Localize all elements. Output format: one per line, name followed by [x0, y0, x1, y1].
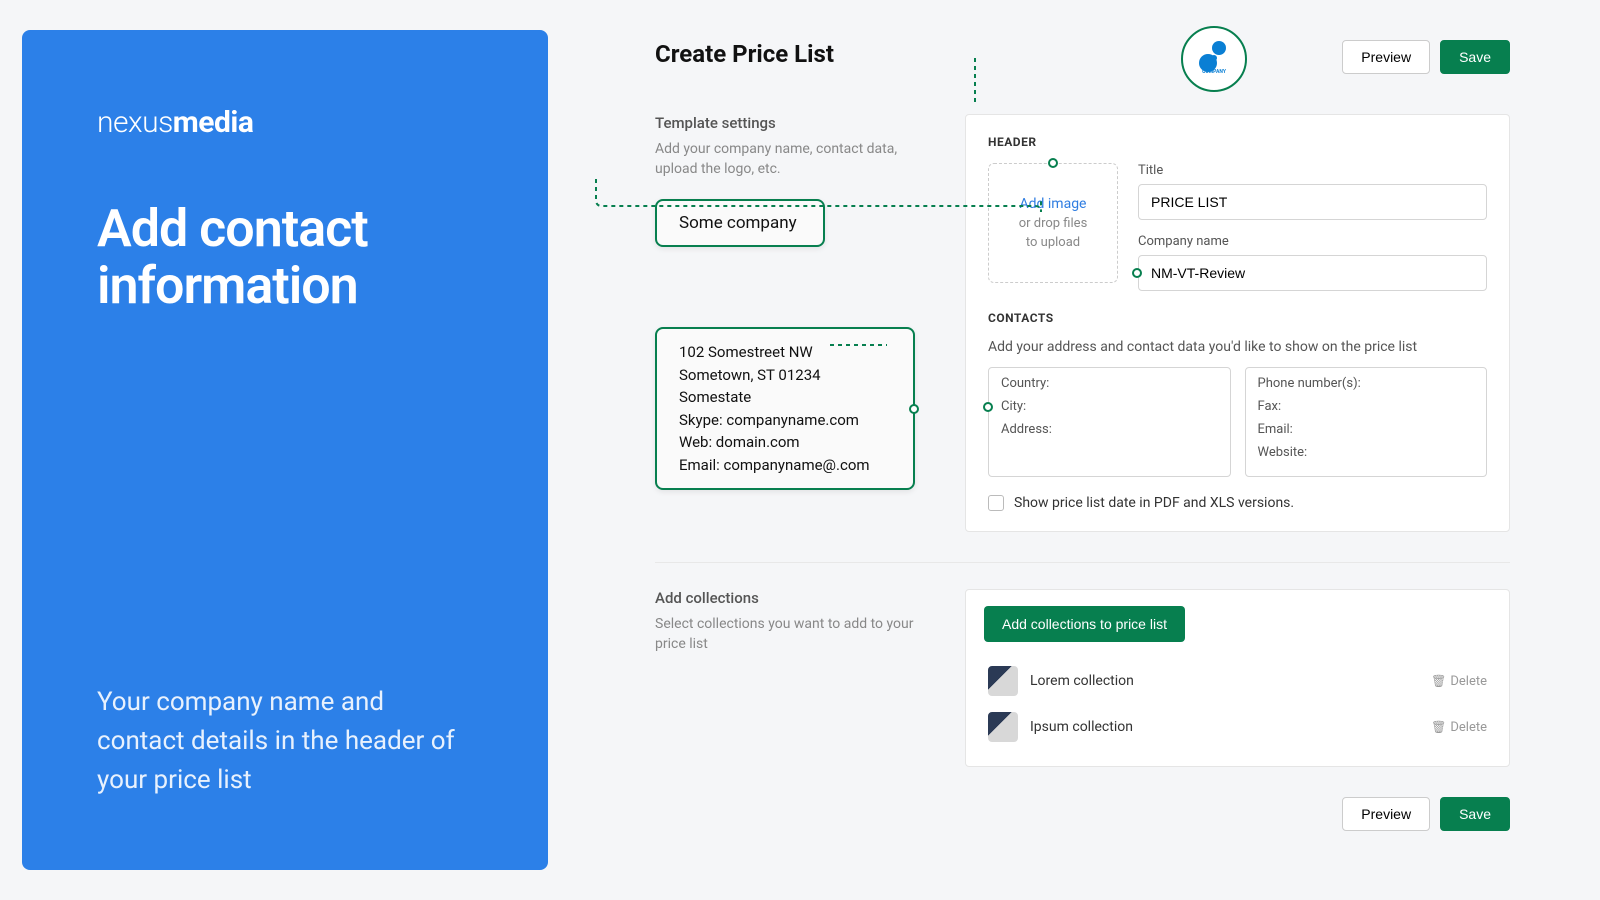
brand-light: nexus [97, 105, 173, 140]
callout-street: 102 Somestreet NW [679, 341, 891, 364]
collection-row: Lorem collection Delete [984, 658, 1491, 704]
connector-dot-icon [983, 402, 993, 412]
image-upload-dropzone[interactable]: Add image or drop files to upload [988, 163, 1118, 283]
template-section-desc: Add your company name, contact data, upl… [655, 140, 935, 179]
upload-hint-1: or drop files [1019, 216, 1088, 231]
phone-label: Phone number(s): [1258, 376, 1475, 391]
contact-callout: 102 Somestreet NW Sometown, ST 01234 Som… [655, 327, 915, 490]
delete-label: Delete [1450, 720, 1487, 735]
address-label: Address: [1001, 422, 1218, 437]
title-field-label: Title [1138, 163, 1487, 178]
save-button[interactable]: Save [1440, 40, 1510, 74]
callout-city: Sometown, ST 01234 [679, 364, 891, 387]
collections-panel: Add collections to price list Lorem coll… [965, 589, 1510, 767]
callout-state: Somestate [679, 386, 891, 409]
company-name-input[interactable] [1138, 255, 1487, 291]
company-callout: Some company [655, 199, 825, 247]
show-date-checkbox[interactable] [988, 495, 1004, 511]
brand-bold: media [173, 105, 254, 140]
preview-button[interactable]: Preview [1342, 40, 1430, 74]
upload-hint-2: to upload [1026, 235, 1080, 250]
connector-dot-icon [909, 404, 919, 414]
main-content: COMPANY Create Price List Preview Save T… [570, 0, 1600, 900]
connector-dot-icon [1132, 268, 1142, 278]
address-textarea[interactable]: Country: City: Address: [988, 367, 1231, 477]
connector-dot-icon [1048, 158, 1058, 168]
page-title: Create Price List [655, 40, 834, 68]
collection-thumb-icon [988, 666, 1018, 696]
delete-collection-button[interactable]: Delete [1431, 720, 1487, 735]
callout-email: Email: companyname@.com [679, 454, 891, 477]
contacts-section-desc: Add your address and contact data you'd … [988, 339, 1487, 355]
title-input[interactable] [1138, 184, 1487, 220]
divider [655, 562, 1510, 563]
hero-title-line1: Add contact [97, 200, 473, 257]
svg-text:COMPANY: COMPANY [1202, 69, 1227, 75]
contacts-section-label: CONTACTS [988, 311, 1487, 325]
settings-panel: HEADER Add image or drop files to upload… [965, 114, 1510, 532]
hero-title-line2: information [97, 257, 473, 314]
collection-thumb-icon [988, 712, 1018, 742]
preview-button-bottom[interactable]: Preview [1342, 797, 1430, 831]
collection-row: Ipsum collection Delete [984, 704, 1491, 750]
city-label: City: [1001, 399, 1218, 414]
hero-subtitle: Your company name and contact details in… [97, 683, 473, 800]
header-section-label: HEADER [988, 135, 1487, 149]
save-button-bottom[interactable]: Save [1440, 797, 1510, 831]
collections-section-desc: Select collections you want to add to yo… [655, 615, 935, 654]
email-label: Email: [1258, 422, 1475, 437]
trash-icon [1431, 674, 1446, 688]
callout-web: Web: domain.com [679, 431, 891, 454]
collections-section-title: Add collections [655, 589, 935, 607]
hero-title: Add contact information [97, 200, 473, 314]
company-logo-icon: COMPANY [1192, 37, 1236, 81]
delete-label: Delete [1450, 674, 1487, 689]
contact-textarea[interactable]: Phone number(s): Fax: Email: Website: [1245, 367, 1488, 477]
trash-icon [1431, 720, 1446, 734]
add-collections-button[interactable]: Add collections to price list [984, 606, 1185, 642]
template-section-title: Template settings [655, 114, 935, 132]
collection-name: Ipsum collection [1030, 719, 1419, 735]
info-sidebar: nexusmedia Add contact information Your … [0, 0, 570, 900]
callout-skype: Skype: companyname.com [679, 409, 891, 432]
company-field-label: Company name [1138, 234, 1487, 249]
brand-logo: nexusmedia [97, 105, 473, 140]
company-logo-badge: COMPANY [1181, 26, 1247, 92]
sidebar-card: nexusmedia Add contact information Your … [22, 30, 548, 870]
country-label: Country: [1001, 376, 1218, 391]
delete-collection-button[interactable]: Delete [1431, 674, 1487, 689]
add-image-link[interactable]: Add image [1020, 196, 1087, 212]
show-date-label: Show price list date in PDF and XLS vers… [1014, 495, 1294, 511]
website-label: Website: [1258, 445, 1475, 460]
fax-label: Fax: [1258, 399, 1475, 414]
collection-name: Lorem collection [1030, 673, 1419, 689]
